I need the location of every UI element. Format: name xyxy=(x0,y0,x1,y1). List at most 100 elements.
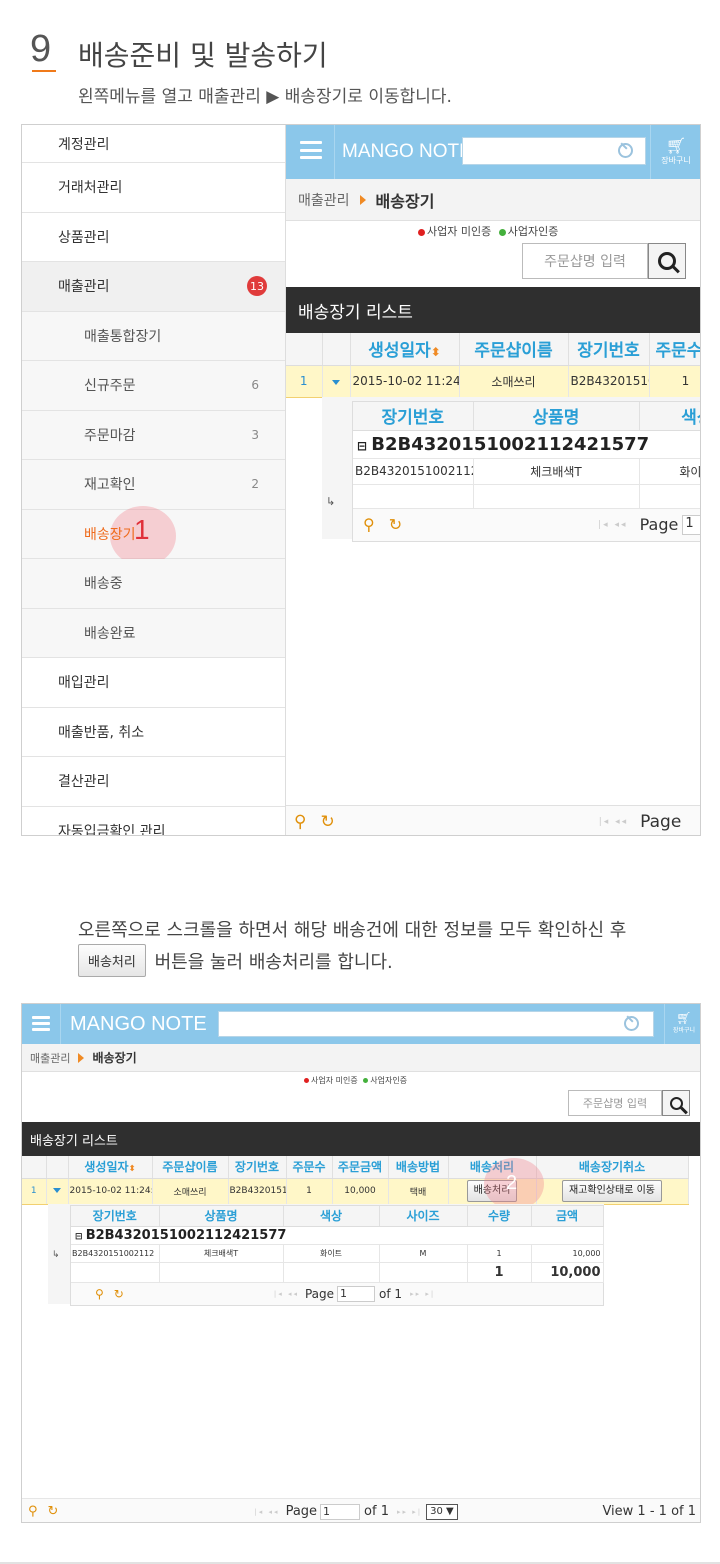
step-underline xyxy=(32,70,56,72)
cell-method[interactable]: 택배 xyxy=(388,1177,449,1205)
cell-ledger[interactable]: B2B432015100 xyxy=(568,364,650,398)
grid-header-amount[interactable]: 주문금액 xyxy=(332,1156,389,1179)
group-header[interactable]: ⊟ B2B4320151002112421577 xyxy=(353,430,700,459)
sub-cell-product[interactable]: 체크배색T xyxy=(473,458,640,485)
next-last-page-icon[interactable]: ▸▸ ▸| xyxy=(410,1290,435,1298)
cell-shop[interactable]: 소매쓰리 xyxy=(152,1177,229,1205)
sidebar-item-account[interactable]: 계정관리 xyxy=(22,125,285,163)
grid-header-method[interactable]: 배송방법 xyxy=(388,1156,449,1179)
breadcrumb-parent[interactable]: 매출관리 xyxy=(298,190,350,210)
sub-header-amount[interactable]: 금액 xyxy=(531,1206,604,1227)
sidebar-item-partners[interactable]: 거래처관리 xyxy=(22,163,285,213)
sub-cell-size[interactable]: M xyxy=(379,1244,468,1263)
row-index: 1 xyxy=(286,364,323,398)
cart-button[interactable]: 🛒︎ 장바구니 xyxy=(656,137,696,166)
expand-toggle[interactable] xyxy=(46,1177,69,1205)
sub-header-product[interactable]: 상품명 xyxy=(159,1206,284,1227)
first-prev-page-icon[interactable]: |◂ ◂◂ xyxy=(254,1508,279,1516)
sidebar-item-sales[interactable]: 매출관리 13 xyxy=(22,262,285,312)
refresh-icon[interactable]: ↻ xyxy=(114,1287,124,1301)
sidebar-item-label: 배송중 xyxy=(84,576,123,593)
shop-search-input[interactable]: 주문샵명 입력 xyxy=(522,243,648,279)
grid-header-shop[interactable]: 주문샵이름 xyxy=(459,333,569,366)
grid-header-ledger[interactable]: 장기번호 xyxy=(228,1156,287,1179)
refresh-icon[interactable]: ↻ xyxy=(389,515,402,534)
cell-date[interactable]: 2015-10-02 11:24:2 xyxy=(68,1177,153,1205)
sidebar-item-sales-ledger[interactable]: 매출통합장기 xyxy=(22,311,285,361)
shop-search-button[interactable] xyxy=(648,243,686,279)
sidebar-item-purchase[interactable]: 매입관리 xyxy=(22,658,285,708)
cell-ledger[interactable]: B2B432015100 xyxy=(228,1177,287,1205)
grid-header-date[interactable]: 생성일자⬍ xyxy=(68,1156,153,1179)
sidebar-item-order-close[interactable]: 주문마감 3 xyxy=(22,410,285,460)
search-icon[interactable]: ⚲ xyxy=(95,1287,104,1301)
group-header[interactable]: ⊟ B2B4320151002112421577 xyxy=(71,1226,604,1245)
move-to-stock-check-button[interactable]: 재고확인상태로 이동 xyxy=(562,1180,662,1202)
cell-qty[interactable]: 1 xyxy=(286,1177,333,1205)
sub-header-color[interactable]: 색상 xyxy=(283,1206,380,1227)
grid-header-date[interactable]: 생성일자⬍ xyxy=(350,333,460,366)
sidebar-item-auto-deposit[interactable]: 자동입금확인 관리 xyxy=(22,807,285,836)
hamburger-menu-icon[interactable] xyxy=(32,1016,50,1031)
sub-header-product[interactable]: 상품명 xyxy=(473,402,640,431)
sub-cell-ledger[interactable]: B2B4320151002112 xyxy=(353,458,474,485)
shop-search-button[interactable] xyxy=(662,1090,690,1116)
page-input[interactable]: 1 xyxy=(337,1285,376,1302)
grid-header-shop[interactable]: 주문샵이름 xyxy=(152,1156,229,1179)
search-icon[interactable] xyxy=(624,1016,639,1031)
sub-cell-amount[interactable]: 10,000 xyxy=(531,1244,604,1263)
sidebar-item-shipped[interactable]: 배송완료 xyxy=(22,608,285,658)
first-prev-page-icon[interactable]: |◂ ◂◂ xyxy=(598,520,627,530)
sub-cell-color[interactable]: 화이트 xyxy=(639,458,700,485)
page-size-select[interactable]: 30 ▼ xyxy=(426,1503,458,1520)
first-prev-page-icon[interactable]: |◂ ◂◂ xyxy=(599,817,628,827)
sub-cell-product[interactable]: 체크배색T xyxy=(159,1244,284,1263)
cart-button[interactable]: 🛒︎ 장바구니 xyxy=(667,1012,700,1035)
sub-header-ledger[interactable]: 장기번호 xyxy=(71,1206,160,1227)
sub-cell-qty[interactable]: 1 xyxy=(467,1244,532,1263)
sidebar-item-new-orders[interactable]: 신규주문 6 xyxy=(22,361,285,411)
sub-header-ledger[interactable]: 장기번호 xyxy=(353,402,474,431)
hamburger-menu-icon[interactable] xyxy=(300,141,322,159)
collapse-icon[interactable]: ⊟ xyxy=(357,439,371,453)
page-input[interactable]: 1 xyxy=(682,514,700,535)
refresh-icon[interactable]: ↻ xyxy=(48,1504,59,1519)
sidebar-item-shipping-ledger[interactable]: 배송장기 1 xyxy=(22,505,285,566)
sidebar-item-stock-check[interactable]: 재고확인 2 xyxy=(22,460,285,510)
sidebar-item-shipping[interactable]: 배송중 xyxy=(22,559,285,609)
sidebar-item-settlement[interactable]: 결산관리 xyxy=(22,757,285,807)
expand-toggle[interactable] xyxy=(322,364,351,398)
collapse-icon[interactable]: ⊟ xyxy=(75,1232,86,1242)
page-input[interactable]: 1 xyxy=(320,1503,361,1520)
cell-date[interactable]: 2015-10-02 11:24:2 xyxy=(350,364,460,398)
sub-header-size[interactable]: 사이즈 xyxy=(379,1206,468,1227)
grid-header-ledger[interactable]: 장기번호 xyxy=(568,333,650,366)
breadcrumb-parent[interactable]: 매출관리 xyxy=(30,1050,70,1066)
search-input[interactable] xyxy=(462,137,646,165)
sidebar-item-returns[interactable]: 매출반품, 취소 xyxy=(22,708,285,757)
search-icon[interactable]: ⚲ xyxy=(294,812,306,832)
search-icon[interactable] xyxy=(618,143,633,158)
caret-down-icon xyxy=(332,380,340,385)
search-input[interactable] xyxy=(218,1011,654,1037)
sub-header-qty[interactable]: 수량 xyxy=(467,1206,532,1227)
search-icon[interactable]: ⚲ xyxy=(28,1504,38,1519)
first-prev-page-icon[interactable]: |◂ ◂◂ xyxy=(274,1290,299,1298)
page-label: Page xyxy=(304,1286,335,1301)
next-last-page-icon[interactable]: ▸▸ ▸| xyxy=(397,1508,422,1516)
cell-qty[interactable]: 1 xyxy=(649,364,700,398)
shop-search-input[interactable]: 주문샵명 입력 xyxy=(568,1090,662,1116)
sub-cell-ledger[interactable]: B2B4320151002112 xyxy=(71,1244,160,1263)
sidebar-item-products[interactable]: 상품관리 xyxy=(22,213,285,262)
cell-amount[interactable]: 10,000 xyxy=(332,1177,389,1205)
sub-header-color[interactable]: 색상 xyxy=(639,402,700,431)
search-icon[interactable]: ⚲ xyxy=(363,515,375,534)
sub-cell-color[interactable]: 화이트 xyxy=(283,1244,380,1263)
grid-header-cancel[interactable]: 배송장기취소 xyxy=(536,1156,689,1179)
sidebar-item-label: 배송장기 xyxy=(84,526,136,543)
grid-header-qty[interactable]: 주문수 xyxy=(286,1156,333,1179)
grid-header-qty[interactable]: 주문수 xyxy=(649,333,700,366)
cell-shop[interactable]: 소매쓰리 xyxy=(459,364,569,398)
dropdown-arrow-icon: ▼ xyxy=(446,1505,454,1517)
refresh-icon[interactable]: ↻ xyxy=(320,812,334,832)
